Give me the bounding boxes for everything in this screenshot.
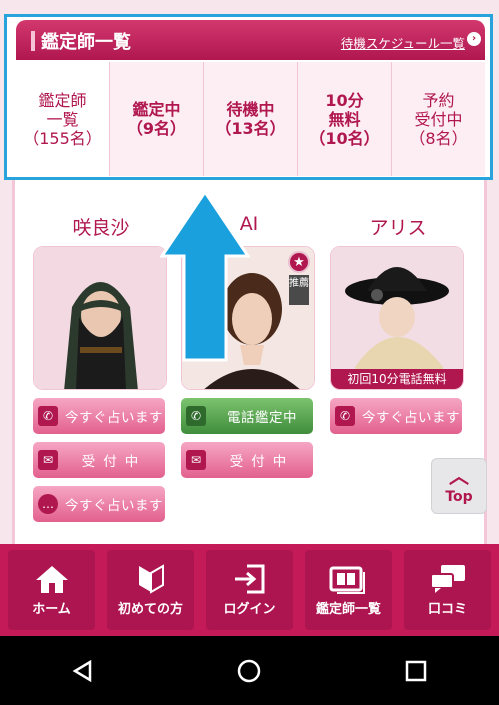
- tab-line: （10名）: [309, 128, 380, 148]
- tab-in-session[interactable]: 鑑定中 （9名）: [110, 62, 204, 176]
- button-label: 今すぐ占います: [65, 410, 163, 426]
- tab-line: （9名）: [126, 119, 187, 138]
- chevron-right-icon[interactable]: ›: [467, 32, 481, 46]
- home-circle-icon[interactable]: [237, 659, 261, 683]
- phone-icon: ✆: [38, 406, 58, 426]
- mail-icon: ✉: [186, 450, 206, 470]
- tab-line: 鑑定中: [132, 100, 181, 119]
- nav-label: 鑑定師一覧: [315, 601, 381, 617]
- star-icon: ★: [288, 251, 310, 273]
- login-icon: [234, 564, 264, 593]
- chevron-up-icon: ︿: [449, 464, 469, 488]
- teller-name[interactable]: アリス: [330, 213, 466, 239]
- phone-in-session-button[interactable]: ✆ 電話鑑定中: [181, 398, 313, 434]
- teller-card: 咲良沙 ✆ 今すぐ占います ✉ 受付中 … 今すぐ占います: [33, 213, 169, 522]
- free-call-ribbon: 初回10分電話無料: [331, 369, 463, 389]
- button-label: 電話鑑定中: [227, 410, 297, 426]
- top-label: Top: [445, 489, 473, 505]
- recommended-badge: ★ 推薦: [288, 251, 310, 307]
- tab-reservation[interactable]: 予約 受付中 （8名）: [392, 62, 485, 176]
- teller-portrait: [34, 247, 166, 389]
- nav-login[interactable]: ログイン: [206, 550, 293, 630]
- tab-line: （13名）: [215, 119, 286, 138]
- tab-waiting[interactable]: 待機中 （13名）: [204, 62, 298, 176]
- tab-line: （155名）: [23, 128, 102, 148]
- nav-label: ログイン: [223, 601, 276, 617]
- page-title: 鑑定師一覧: [41, 32, 131, 53]
- tab-line: 無料: [328, 109, 361, 129]
- album-icon: [329, 566, 365, 594]
- nav-home[interactable]: ホーム: [8, 550, 95, 630]
- tab-all-tellers[interactable]: 鑑定師 一覧 （155名）: [16, 62, 110, 176]
- header-bar: 鑑定師一覧 待機スケジュール一覧 ›: [16, 20, 485, 60]
- nav-reviews[interactable]: 口コミ: [404, 550, 491, 630]
- button-label: 受付中: [229, 454, 295, 470]
- recommended-tag: 推薦: [289, 275, 309, 305]
- scroll-top-button[interactable]: ︿ Top: [431, 458, 487, 514]
- tab-line: 一覧: [46, 109, 79, 129]
- teller-list-header: 鑑定師一覧 待機スケジュール一覧 › 鑑定師 一覧 （155名） 鑑定中 （9名…: [4, 14, 493, 180]
- android-nav-bar: [0, 636, 499, 705]
- tab-line: 待機中: [226, 100, 275, 119]
- nav-label: 口コミ: [427, 601, 467, 617]
- chat-bubble-icon: …: [38, 494, 58, 514]
- accepting-mail-button[interactable]: ✉ 受付中: [33, 442, 165, 478]
- button-label: 今すぐ占います: [65, 498, 163, 514]
- category-tabs: 鑑定師 一覧 （155名） 鑑定中 （9名） 待機中 （13名） 10分 無料 …: [16, 62, 485, 176]
- bottom-nav: ホーム 初めての方 ログイン 鑑定師一覧 口コミ: [0, 544, 499, 636]
- tab-line: 予約: [422, 90, 455, 110]
- home-icon: [35, 565, 68, 593]
- tab-line: （8名）: [409, 128, 468, 148]
- button-label: 今すぐ占います: [362, 410, 460, 426]
- teller-photo[interactable]: [33, 246, 167, 390]
- button-label: 受付中: [81, 454, 147, 470]
- chat-now-button[interactable]: … 今すぐ占います: [33, 486, 165, 522]
- teller-card: アリス 初回10分電話無料 ✆ 今すぐ占います: [330, 213, 466, 434]
- accepting-mail-button[interactable]: ✉ 受付中: [181, 442, 313, 478]
- teller-name[interactable]: 咲良沙: [33, 213, 169, 239]
- nav-label: 初めての方: [117, 601, 183, 617]
- mail-icon: ✉: [38, 450, 58, 470]
- nav-label: ホーム: [32, 601, 71, 617]
- up-arrow-icon: [160, 190, 250, 362]
- nav-beginner[interactable]: 初めての方: [107, 550, 194, 630]
- chat-icon: [429, 564, 465, 593]
- beginner-mark-icon: [138, 563, 164, 594]
- tab-line: 10分: [325, 90, 364, 110]
- tab-10min-free[interactable]: 10分 無料 （10名）: [298, 62, 392, 176]
- back-icon[interactable]: [72, 659, 94, 682]
- nav-teller-list[interactable]: 鑑定師一覧: [305, 550, 392, 630]
- phone-icon: ✆: [335, 406, 355, 426]
- phone-icon: ✆: [186, 406, 206, 426]
- teller-photo[interactable]: 初回10分電話無料: [330, 246, 464, 390]
- tab-line: 受付中: [414, 109, 463, 129]
- tab-line: 鑑定師: [38, 90, 87, 110]
- header-accent: [31, 31, 35, 51]
- recents-icon[interactable]: [405, 660, 427, 682]
- call-now-button[interactable]: ✆ 今すぐ占います: [33, 398, 165, 434]
- call-now-button[interactable]: ✆ 今すぐ占います: [330, 398, 462, 434]
- schedule-link[interactable]: 待機スケジュール一覧: [341, 33, 465, 52]
